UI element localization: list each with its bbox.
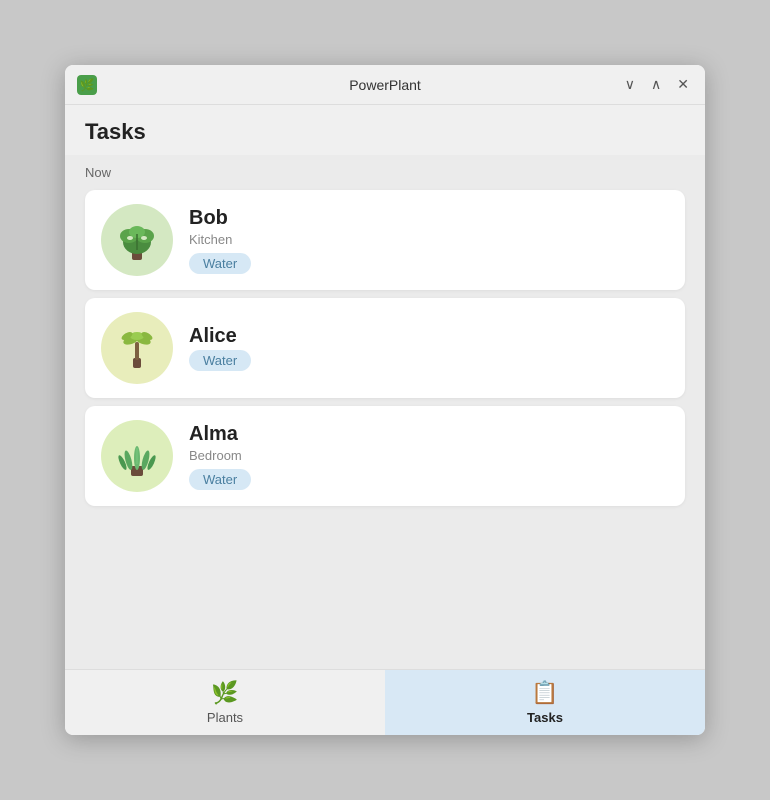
window-title: PowerPlant [349,77,421,93]
plant-avatar-alice [101,312,173,384]
page-title: Tasks [85,119,685,145]
plant-location-alma: Bedroom [189,448,669,463]
plant-name-alma: Alma [189,423,669,446]
window-controls: ∨ ∧ ✕ [621,74,693,95]
water-badge-alma[interactable]: Water [189,469,251,490]
tasks-nav-icon: 📋 [531,680,558,706]
plant-name-alice: Alice [189,325,669,348]
plant-location-bob: Kitchen [189,232,669,247]
main-content: Now Bob Kitchen [65,155,705,669]
plant-card-alma[interactable]: Alma Bedroom Water [85,406,685,506]
water-badge-alice[interactable]: Water [189,350,251,371]
title-bar-left: 🌿 [77,75,97,95]
plant-avatar-alma [101,420,173,492]
page-header: Tasks [65,105,705,155]
maximize-button[interactable]: ∧ [647,74,665,95]
section-label: Now [85,165,685,180]
plant-info-alice: Alice Water [189,325,669,371]
minimize-button[interactable]: ∨ [621,74,639,95]
plant-info-alma: Alma Bedroom Water [189,423,669,490]
plant-card-bob[interactable]: Bob Kitchen Water [85,190,685,290]
plants-nav-label: Plants [207,710,243,725]
plant-card-alice[interactable]: Alice Water [85,298,685,398]
tasks-nav-label: Tasks [527,710,563,725]
app-window: 🌿 PowerPlant ∨ ∧ ✕ Tasks Now [65,65,705,735]
plant-avatar-bob [101,204,173,276]
plants-nav-icon: 🌿 [211,680,238,706]
title-bar: 🌿 PowerPlant ∨ ∧ ✕ [65,65,705,105]
nav-item-tasks[interactable]: 📋 Tasks [385,670,705,735]
plant-name-bob: Bob [189,207,669,230]
water-badge-bob[interactable]: Water [189,253,251,274]
close-button[interactable]: ✕ [673,74,693,95]
app-icon: 🌿 [77,75,97,95]
plant-info-bob: Bob Kitchen Water [189,207,669,274]
bottom-nav: 🌿 Plants 📋 Tasks [65,669,705,735]
nav-item-plants[interactable]: 🌿 Plants [65,670,385,735]
